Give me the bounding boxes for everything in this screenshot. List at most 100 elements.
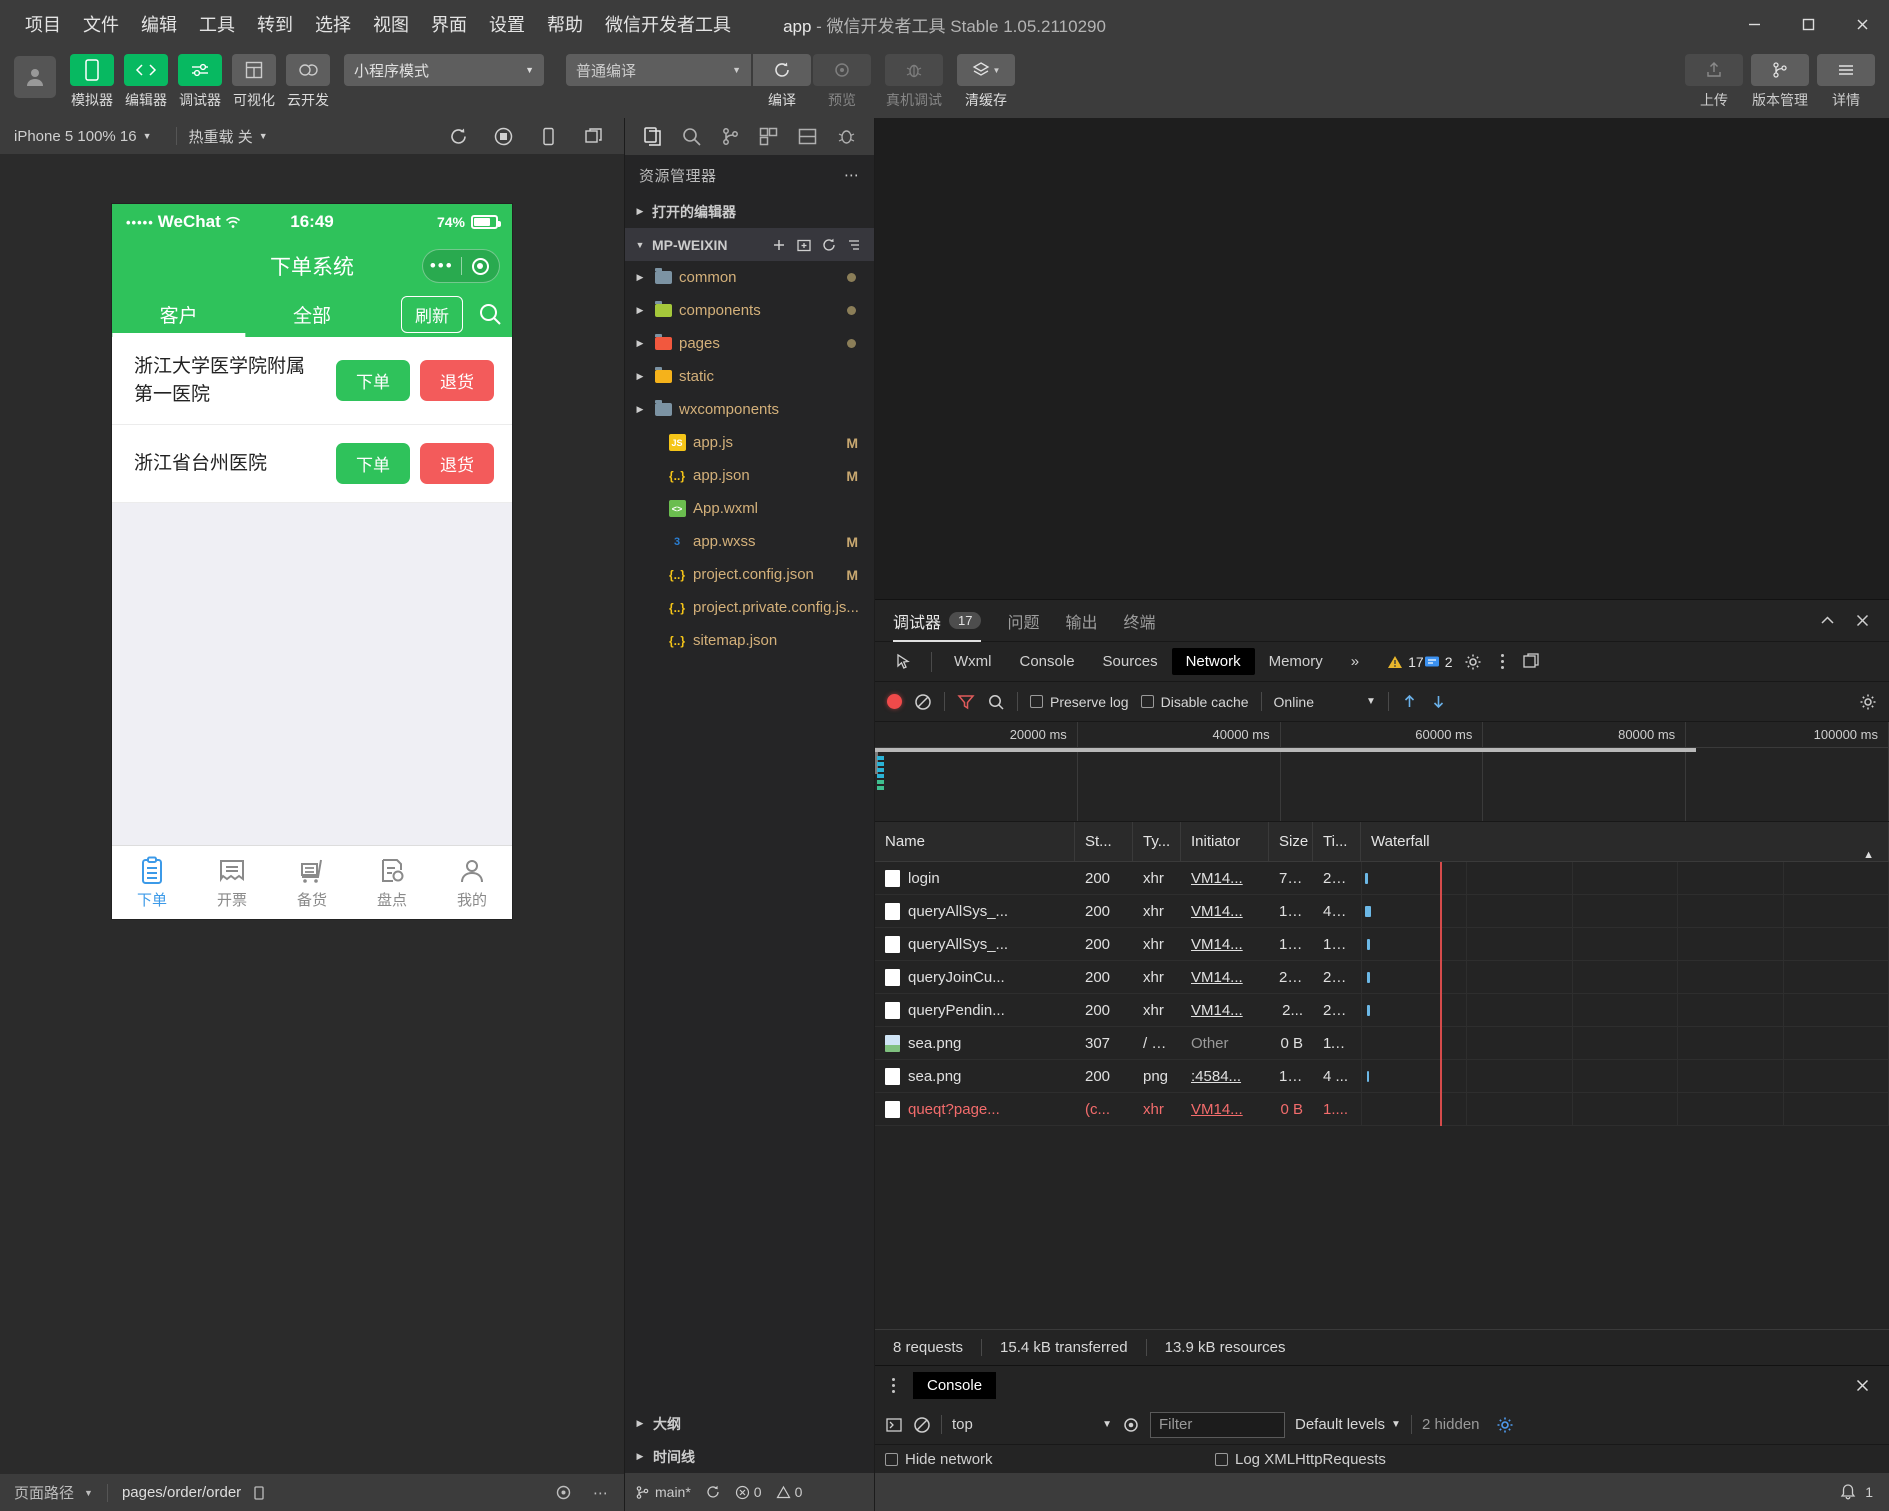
table-row[interactable]: queryAllSys_... 200 xhr VM14... 1.... 48... <box>875 894 1889 928</box>
sync-icon[interactable] <box>705 1484 721 1500</box>
kebab-icon[interactable] <box>883 1378 903 1393</box>
chevron-down-icon[interactable]: ▼ <box>1366 696 1376 707</box>
message-badge[interactable]: 2 <box>1424 654 1452 670</box>
request-initiator-link[interactable]: VM14... <box>1191 936 1243 953</box>
tab-terminal[interactable]: 终端 <box>1124 600 1156 642</box>
menu-item-select[interactable]: 选择 <box>304 7 362 41</box>
console-context-select[interactable]: top ▼ <box>952 1416 1112 1433</box>
import-icon[interactable] <box>1401 693 1418 710</box>
preview-button[interactable] <box>813 54 871 86</box>
tabbar-item-order[interactable]: 下单 <box>112 856 192 910</box>
menu-item-help[interactable]: 帮助 <box>536 7 594 41</box>
details-button[interactable] <box>1817 54 1875 86</box>
execute-icon[interactable] <box>885 1416 903 1434</box>
menu-item-tools[interactable]: 工具 <box>188 7 246 41</box>
clear-icon[interactable] <box>913 1416 931 1434</box>
disable-cache-checkbox[interactable]: Disable cache <box>1140 694 1249 710</box>
more-icon[interactable]: ⋯ <box>844 166 860 184</box>
toolbar-editor-button[interactable]: 编辑器 <box>124 54 168 110</box>
menu-item-interface[interactable]: 界面 <box>420 7 478 41</box>
preserve-log-checkbox[interactable]: Preserve log <box>1030 694 1129 710</box>
column-header-time[interactable]: Ti... <box>1313 821 1361 862</box>
menu-item-edit[interactable]: 编辑 <box>130 7 188 41</box>
phone-tab-customer[interactable]: 客户 <box>112 292 245 337</box>
table-row[interactable]: login 200 xhr VM14... 7.... 20... <box>875 862 1889 895</box>
panel-tabs-overflow[interactable]: » <box>1337 648 1373 675</box>
file-tree-item[interactable]: ▶ common <box>625 261 874 294</box>
tabbar-item-invoice[interactable]: 开票 <box>192 856 272 910</box>
warning-badge[interactable]: 17 <box>1387 654 1424 670</box>
request-initiator[interactable]: VM14... <box>1181 1002 1269 1019</box>
table-row[interactable]: sea.png 200 png:4584... 1.... 4 ... <box>875 1059 1889 1093</box>
error-status[interactable]: 0 <box>735 1484 762 1500</box>
menu-item-goto[interactable]: 转到 <box>246 7 304 41</box>
maximize-button[interactable] <box>1781 0 1835 48</box>
table-row[interactable]: 浙江大学医学院附属第一医院 下单 退货 <box>112 337 512 426</box>
request-initiator-link[interactable]: :4584... <box>1191 1068 1241 1085</box>
eye-icon[interactable] <box>554 1483 573 1502</box>
file-tree-item[interactable]: JS app.js M <box>625 426 874 459</box>
request-initiator[interactable]: VM14... <box>1181 870 1269 887</box>
hot-reload-select[interactable]: 热重载 关 ▼ <box>189 126 280 147</box>
column-header-size[interactable]: Size <box>1269 821 1313 862</box>
branch-icon[interactable] <box>711 118 750 155</box>
compile-button[interactable] <box>753 54 811 86</box>
hide-network-checkbox[interactable]: Hide network <box>885 1451 1215 1468</box>
section-outline[interactable]: ▶ 大纲 <box>625 1407 874 1440</box>
menu-item-devtools[interactable]: 微信开发者工具 <box>594 7 742 41</box>
console-levels-select[interactable]: Default levels ▼ <box>1295 1416 1401 1433</box>
order-button[interactable]: 下单 <box>336 443 410 485</box>
throttle-select[interactable]: Online <box>1274 694 1314 710</box>
capsule-more-icon[interactable]: ••• <box>423 256 461 276</box>
network-request-list[interactable]: login 200 xhr VM14... 7.... 20... queryAllSys_… <box>875 862 1889 1329</box>
file-tree-item[interactable]: ▶ wxcomponents <box>625 393 874 426</box>
section-open-editors[interactable]: ▶ 打开的编辑器 <box>625 195 874 228</box>
new-file-icon[interactable] <box>771 237 787 253</box>
file-tree-item[interactable]: 3 app.wxss M <box>625 525 874 558</box>
phone-icon[interactable] <box>538 126 559 147</box>
log-xhr-checkbox[interactable]: Log XMLHttpRequests <box>1215 1451 1545 1468</box>
tabbar-item-stock[interactable]: 备货 <box>272 856 352 910</box>
collapse-icon[interactable] <box>846 237 862 253</box>
table-row[interactable]: sea.png 307 / R... Other 0 B 11... <box>875 1026 1889 1060</box>
close-icon[interactable] <box>1854 1377 1881 1394</box>
compile-select[interactable]: 普通编译 ▼ <box>566 54 751 86</box>
request-initiator-link[interactable]: VM14... <box>1191 903 1243 920</box>
column-header-name[interactable]: Name <box>875 821 1075 862</box>
refresh-icon[interactable] <box>821 237 837 253</box>
menu-item-view[interactable]: 视图 <box>362 7 420 41</box>
extensions-icon[interactable] <box>749 118 788 155</box>
refresh-icon[interactable] <box>448 126 469 147</box>
search-icon[interactable] <box>672 118 711 155</box>
device-select[interactable]: iPhone 5 100% 16 ▼ <box>14 128 164 145</box>
toolbar-visual-button[interactable]: 可视化 <box>232 54 276 110</box>
bell-icon[interactable] <box>1839 1483 1857 1501</box>
gear-icon[interactable] <box>1859 693 1877 711</box>
eye-icon[interactable] <box>1122 1416 1140 1434</box>
panel-tab-sources[interactable]: Sources <box>1089 648 1172 675</box>
table-row[interactable]: queqt?page... (c... xhr VM14... 0 B 1.... <box>875 1092 1889 1126</box>
file-tree-item[interactable]: ▶ components <box>625 294 874 327</box>
branch-status[interactable]: main* <box>635 1484 691 1500</box>
panel-tab-memory[interactable]: Memory <box>1255 648 1337 675</box>
warning-status[interactable]: 0 <box>776 1484 802 1500</box>
search-icon[interactable] <box>477 301 504 328</box>
phone-refresh-button[interactable]: 刷新 <box>401 296 463 333</box>
menu-item-settings[interactable]: 设置 <box>478 7 536 41</box>
request-initiator[interactable]: Other <box>1181 1035 1269 1052</box>
section-project-root[interactable]: ▼ MP-WEIXIN <box>625 228 874 261</box>
menu-item-project[interactable]: 项目 <box>14 7 72 41</box>
version-manage-button[interactable] <box>1751 54 1809 86</box>
request-initiator-link[interactable]: VM14... <box>1191 969 1243 986</box>
panel-tab-network[interactable]: Network <box>1171 648 1255 675</box>
request-initiator[interactable]: VM14... <box>1181 903 1269 920</box>
file-tree-item[interactable]: <> App.wxml <box>625 492 874 525</box>
stop-icon[interactable] <box>493 126 514 147</box>
table-row[interactable]: 浙江省台州医院 下单 退货 <box>112 425 512 504</box>
close-icon[interactable] <box>1854 612 1871 629</box>
clear-icon[interactable] <box>914 693 932 711</box>
record-icon[interactable] <box>887 694 902 709</box>
windows-icon[interactable] <box>583 126 604 147</box>
new-folder-icon[interactable] <box>796 237 812 253</box>
tab-problems[interactable]: 问题 <box>1007 600 1039 642</box>
